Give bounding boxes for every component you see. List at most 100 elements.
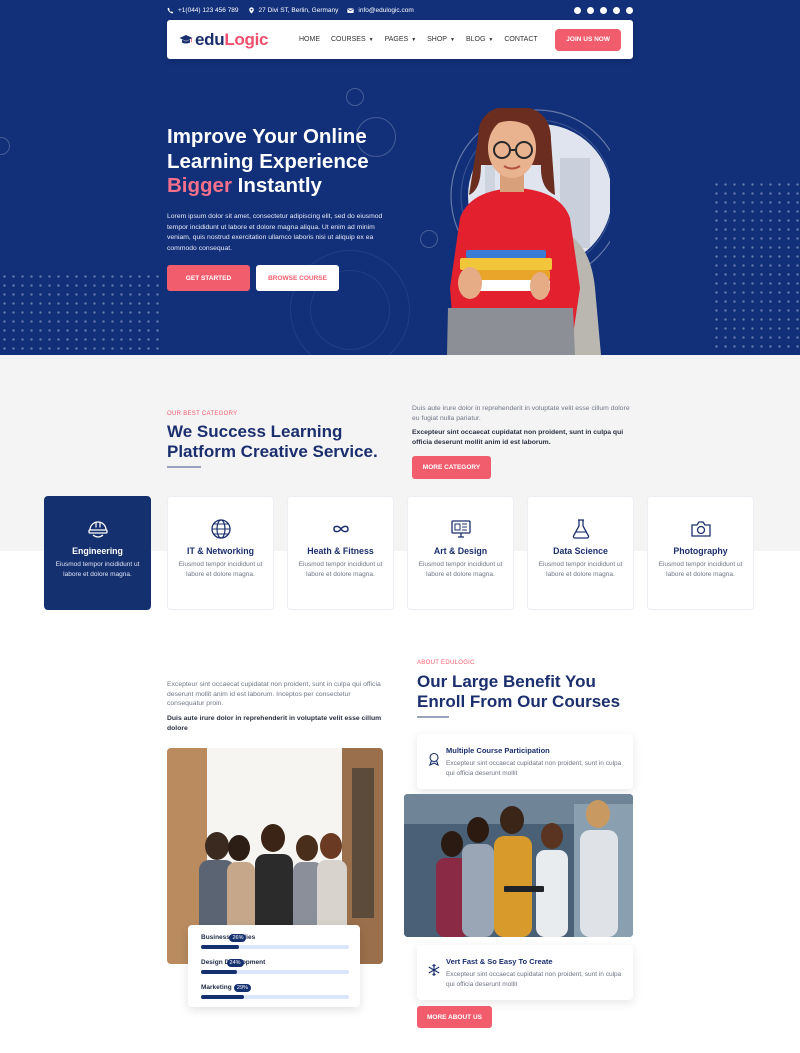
facebook-icon[interactable] bbox=[574, 6, 581, 14]
nav-item-contact[interactable]: CONTACT bbox=[504, 36, 537, 43]
progress-label: Design Development bbox=[201, 959, 266, 966]
progress-fill bbox=[201, 970, 237, 974]
more-about-us-button[interactable]: MORE ABOUT US bbox=[417, 1006, 492, 1028]
chevron-down-icon: ▼ bbox=[411, 36, 417, 43]
browse-course-button[interactable]: BROWSE COURSE bbox=[256, 265, 339, 291]
progress-track: 26% bbox=[201, 934, 349, 949]
category-card-title: IT & Networking bbox=[187, 546, 254, 556]
category-card-it-networking[interactable]: IT & Networking Eiusmod tempor incididun… bbox=[167, 496, 274, 610]
logo-suffix: Logic bbox=[224, 29, 269, 49]
nav-item-label: BLOG bbox=[465, 36, 486, 43]
category-card-desc: Eiusmod tempor incididunt ut labore et d… bbox=[55, 561, 140, 578]
snowflake-icon bbox=[428, 964, 440, 976]
twitter-icon[interactable] bbox=[587, 6, 594, 14]
progress-percent: 26% bbox=[229, 934, 247, 942]
progress-label: Business Studies bbox=[201, 934, 256, 941]
logo-prefix: edu bbox=[195, 29, 225, 49]
nav-menu: HOME COURSES ▼ PAGES ▼ SHOP ▼ BLOG ▼ CONTACT bbox=[299, 36, 538, 43]
decor-circle bbox=[346, 88, 364, 106]
chevron-down-icon: ▼ bbox=[449, 36, 455, 43]
hero-title-line3: Bigger Instantly bbox=[167, 174, 427, 199]
nav-item-label: SHOP bbox=[427, 36, 447, 43]
benefit-desc: Excepteur sint occaecat cupidatat non pr… bbox=[446, 971, 622, 988]
nav-item-label: PAGES bbox=[384, 36, 409, 43]
site-logo[interactable]: edu Logic bbox=[179, 30, 289, 50]
about-description: Excepteur sint occaecat cupidatat non pr… bbox=[167, 681, 381, 707]
nav-item-home[interactable]: HOME bbox=[299, 36, 320, 43]
phone-number: +1(044) 123 456 789 bbox=[178, 6, 239, 14]
nav-item-courses[interactable]: COURSES ▼ bbox=[331, 36, 374, 43]
category-card-desc: Eiusmod tempor incididunt ut labore et d… bbox=[298, 561, 383, 578]
category-card-title: Art & Design bbox=[433, 546, 488, 556]
progress-card: Business Studies 26% Design Development … bbox=[188, 925, 360, 1007]
nav-item-shop[interactable]: SHOP ▼ bbox=[427, 36, 455, 43]
mail-icon bbox=[347, 7, 355, 13]
category-cards: Engineering Eiusmod tempor incididunt ut… bbox=[44, 496, 756, 610]
category-card-data-science[interactable]: Data Science Eiusmod tempor incididunt u… bbox=[527, 496, 634, 610]
about-title-line1: Our Large Benefit You bbox=[417, 672, 596, 691]
hero-title-rest: Instantly bbox=[231, 174, 322, 197]
monitor-design-icon bbox=[450, 520, 471, 538]
category-card-title: Heath & Fitness bbox=[307, 546, 374, 556]
get-started-button[interactable]: GET STARTED bbox=[167, 265, 250, 291]
globe-icon bbox=[210, 519, 231, 539]
progress-business-studies: Business Studies 26% bbox=[201, 934, 349, 949]
category-card-heath-fitness[interactable]: Heath & Fitness Eiusmod tempor incididun… bbox=[287, 496, 394, 610]
dots-pattern bbox=[712, 180, 800, 350]
graduation-cap-icon bbox=[179, 34, 193, 43]
join-us-button[interactable]: JOIN US NOW bbox=[555, 28, 621, 51]
progress-percent: 29% bbox=[233, 984, 251, 992]
location-pin-icon bbox=[248, 6, 254, 14]
phone-contact[interactable]: +1(044) 123 456 789 bbox=[167, 7, 239, 14]
decor-circle bbox=[420, 230, 438, 248]
nav-item-label: COURSES bbox=[331, 36, 366, 43]
nav-item-label: CONTACT bbox=[504, 36, 538, 43]
category-card-photography[interactable]: Photography Eiusmod tempor incididunt ut… bbox=[647, 496, 754, 610]
email-contact[interactable]: info@edulogic.com bbox=[347, 7, 414, 14]
category-card-desc: Eiusmod tempor incididunt ut labore et d… bbox=[418, 561, 503, 578]
title-underline bbox=[167, 466, 201, 468]
benefit-desc: Excepteur sint occaecat cupidatat non pr… bbox=[446, 760, 622, 777]
nav-item-pages[interactable]: PAGES ▼ bbox=[385, 36, 417, 43]
flask-icon bbox=[572, 519, 589, 539]
category-title-line2: Platform Creative Service. bbox=[167, 442, 378, 461]
progress-label: Marketing bbox=[201, 984, 232, 991]
infinity-icon bbox=[332, 525, 349, 533]
students-laptop-image bbox=[404, 794, 633, 937]
category-card-engineering[interactable]: Engineering Eiusmod tempor incididunt ut… bbox=[44, 496, 151, 610]
instagram-icon[interactable] bbox=[613, 6, 620, 14]
main-navbar: edu Logic HOME COURSES ▼ PAGES ▼ SHOP ▼ BLOG… bbox=[167, 20, 633, 59]
hero-title-line2: Learning Experience bbox=[167, 149, 369, 173]
hero-title-line1: Improve Your Online bbox=[167, 125, 367, 148]
nav-item-blog[interactable]: BLOG ▼ bbox=[466, 36, 493, 43]
address-text: 27 Divi ST, Berlin, Germany bbox=[258, 6, 339, 14]
progress-design-development: Design Development 24% bbox=[201, 959, 349, 974]
category-card-desc: Eiusmod tempor incididunt ut labore et d… bbox=[538, 561, 623, 578]
about-eyebrow: ABOUT EDULOGIC bbox=[417, 660, 475, 666]
more-category-button[interactable]: MORE CATEGORY bbox=[412, 456, 491, 479]
hero-title: Improve Your Online Learning Experience … bbox=[167, 125, 427, 199]
youtube-icon[interactable] bbox=[600, 6, 607, 14]
category-eyebrow: OUR BEST CATEGORY bbox=[167, 411, 238, 417]
nav-item-label: HOME bbox=[299, 36, 320, 43]
top-bar: +1(044) 123 456 789 27 Divi ST, Berlin, … bbox=[167, 4, 633, 16]
category-card-art-design[interactable]: Art & Design Eiusmod tempor incididunt u… bbox=[407, 496, 514, 610]
progress-track: 29% bbox=[201, 984, 349, 999]
benefit-card-easy-create: Vert Fast & So Easy To Create Excepteur … bbox=[417, 945, 633, 1000]
category-title: We Success Learning Platform Creative Se… bbox=[167, 422, 407, 462]
chevron-down-icon: ▼ bbox=[488, 36, 494, 43]
student-photo bbox=[447, 108, 610, 355]
category-card-desc: Eiusmod tempor incididunt ut labore et d… bbox=[178, 561, 263, 578]
hero-title-highlight: Bigger bbox=[167, 174, 232, 197]
progress-track: 24% bbox=[201, 959, 349, 974]
address-contact: 27 Divi ST, Berlin, Germany bbox=[248, 6, 339, 14]
hero-description: Lorem ipsum dolor sit amet, consectetur … bbox=[167, 213, 383, 252]
progress-fill bbox=[201, 945, 240, 949]
category-card-title: Engineering bbox=[72, 546, 123, 556]
category-description: Duis aute irure dolor in reprehenderit i… bbox=[412, 405, 630, 422]
linkedin-icon[interactable] bbox=[626, 6, 633, 14]
students-photo-right bbox=[404, 794, 633, 937]
engineer-helmet-icon bbox=[87, 521, 108, 538]
award-badge-icon bbox=[429, 752, 439, 766]
benefit-title: Multiple Course Participation bbox=[446, 746, 550, 755]
